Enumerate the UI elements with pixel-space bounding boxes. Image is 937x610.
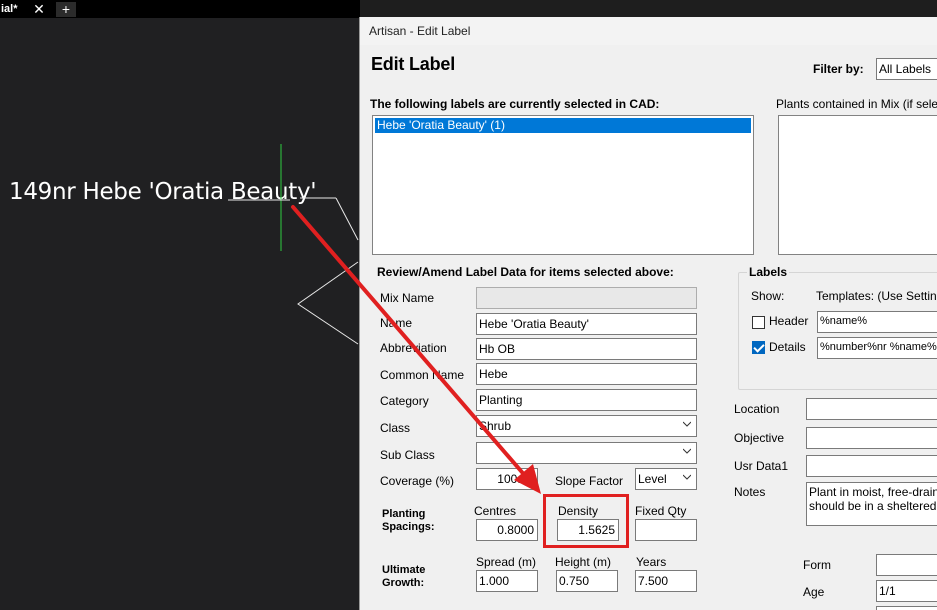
- plants-in-mix-caption: Plants contained in Mix (if selecte: [776, 97, 937, 111]
- selected-labels-list[interactable]: Hebe 'Oratia Beauty' (1): [372, 115, 754, 255]
- edit-label-dialog: Artisan - Edit Label Edit Label Filter b…: [359, 17, 937, 610]
- cad-tab-bar: ial* ✕ +: [0, 0, 360, 18]
- name-field[interactable]: Hebe 'Oratia Beauty': [476, 313, 697, 335]
- spacings-label: Spacings:: [382, 521, 435, 533]
- centres-label: Centres: [474, 504, 517, 518]
- objective-label: Objective: [734, 431, 785, 445]
- common-name-field[interactable]: Hebe: [476, 363, 697, 385]
- age-field[interactable]: 1/1: [876, 580, 937, 602]
- abbreviation-label: Abbreviation: [380, 341, 447, 355]
- mix-name-field[interactable]: [476, 287, 697, 309]
- class-select[interactable]: Shrub: [476, 415, 697, 437]
- header-template-field[interactable]: %name%: [817, 311, 937, 333]
- coverage-label: Coverage (%): [380, 474, 455, 488]
- selected-labels-caption: The following labels are currently selec…: [370, 97, 660, 111]
- list-item[interactable]: Hebe 'Oratia Beauty' (1): [375, 118, 751, 133]
- close-tab-icon[interactable]: ✕: [32, 0, 46, 18]
- details-checkbox-label: Details: [769, 340, 806, 354]
- ultimate-label: Ultimate: [382, 564, 426, 576]
- class-label: Class: [380, 421, 411, 435]
- planting-label: Planting: [382, 508, 426, 520]
- location-field[interactable]: [806, 398, 937, 420]
- cad-drawing-canvas[interactable]: [0, 18, 360, 610]
- sub-class-select[interactable]: [476, 442, 697, 464]
- filter-by-label: Filter by:: [813, 62, 864, 76]
- new-tab-icon[interactable]: +: [56, 2, 76, 17]
- filter-by-value: All Labels: [879, 62, 932, 76]
- filter-by-select[interactable]: All Labels: [876, 58, 937, 80]
- slope-factor-select[interactable]: Level: [635, 468, 697, 490]
- spread-field[interactable]: 1.000: [476, 570, 538, 592]
- common-name-label: Common Name: [380, 368, 465, 382]
- plants-in-mix-list[interactable]: [778, 115, 937, 255]
- labels-group-title: Labels: [747, 265, 790, 279]
- details-template-field[interactable]: %number%nr %name%: [817, 337, 937, 359]
- years-label: Years: [636, 555, 667, 569]
- header-checkbox[interactable]: [752, 316, 765, 329]
- show-label: Show:: [751, 289, 785, 303]
- slope-factor-label: Slope Factor: [555, 474, 624, 488]
- height-label: Height (m): [555, 555, 612, 569]
- location-label: Location: [734, 402, 780, 416]
- growth-label: Growth:: [382, 577, 425, 589]
- header-checkbox-label: Header: [769, 314, 809, 328]
- form-field[interactable]: [876, 554, 937, 576]
- usr-data1-label: Usr Data1: [734, 459, 789, 473]
- spread-label: Spread (m): [476, 555, 537, 569]
- age-label: Age: [803, 585, 825, 599]
- abbreviation-field[interactable]: Hb OB: [476, 338, 697, 360]
- extra-field[interactable]: [876, 606, 937, 610]
- fixed-qty-field[interactable]: [635, 519, 697, 541]
- notes-label: Notes: [734, 485, 766, 499]
- centres-field[interactable]: 0.8000: [476, 519, 538, 541]
- notes-field[interactable]: Plant in moist, free-drain should be in …: [806, 482, 937, 526]
- class-value: Shrub: [479, 419, 512, 433]
- usr-data1-field[interactable]: [806, 455, 937, 477]
- form-label: Form: [803, 558, 831, 572]
- years-field[interactable]: 7.500: [635, 570, 697, 592]
- chevron-down-icon: [683, 421, 691, 427]
- category-label: Category: [380, 394, 429, 408]
- mix-name-label: Mix Name: [380, 291, 435, 305]
- cad-document-tab[interactable]: ial*: [0, 0, 18, 18]
- density-highlight-box: [543, 494, 629, 548]
- dialog-titlebar[interactable]: Artisan - Edit Label: [360, 17, 937, 45]
- notes-line: Plant in moist, free-drain: [809, 485, 937, 499]
- review-caption: Review/Amend Label Data for items select…: [377, 265, 674, 279]
- slope-factor-value: Level: [638, 472, 667, 486]
- dialog-heading: Edit Label: [371, 54, 456, 74]
- cad-plant-label[interactable]: 149nr Hebe 'Oratia Beauty': [9, 179, 317, 205]
- objective-field[interactable]: [806, 427, 937, 449]
- notes-line: should be in a sheltered: [809, 499, 937, 513]
- details-checkbox[interactable]: [752, 341, 765, 354]
- sub-class-label: Sub Class: [380, 448, 435, 462]
- name-label: Name: [380, 316, 413, 330]
- height-field[interactable]: 0.750: [556, 570, 618, 592]
- category-field[interactable]: Planting: [476, 389, 697, 411]
- chevron-down-icon: [683, 448, 691, 454]
- dialog-title: Artisan - Edit Label: [369, 24, 471, 38]
- fixed-qty-label: Fixed Qty: [635, 504, 687, 518]
- coverage-field[interactable]: 100.00: [476, 468, 538, 490]
- chevron-down-icon: [683, 474, 691, 480]
- templates-label: Templates: (Use Setting: [816, 289, 937, 303]
